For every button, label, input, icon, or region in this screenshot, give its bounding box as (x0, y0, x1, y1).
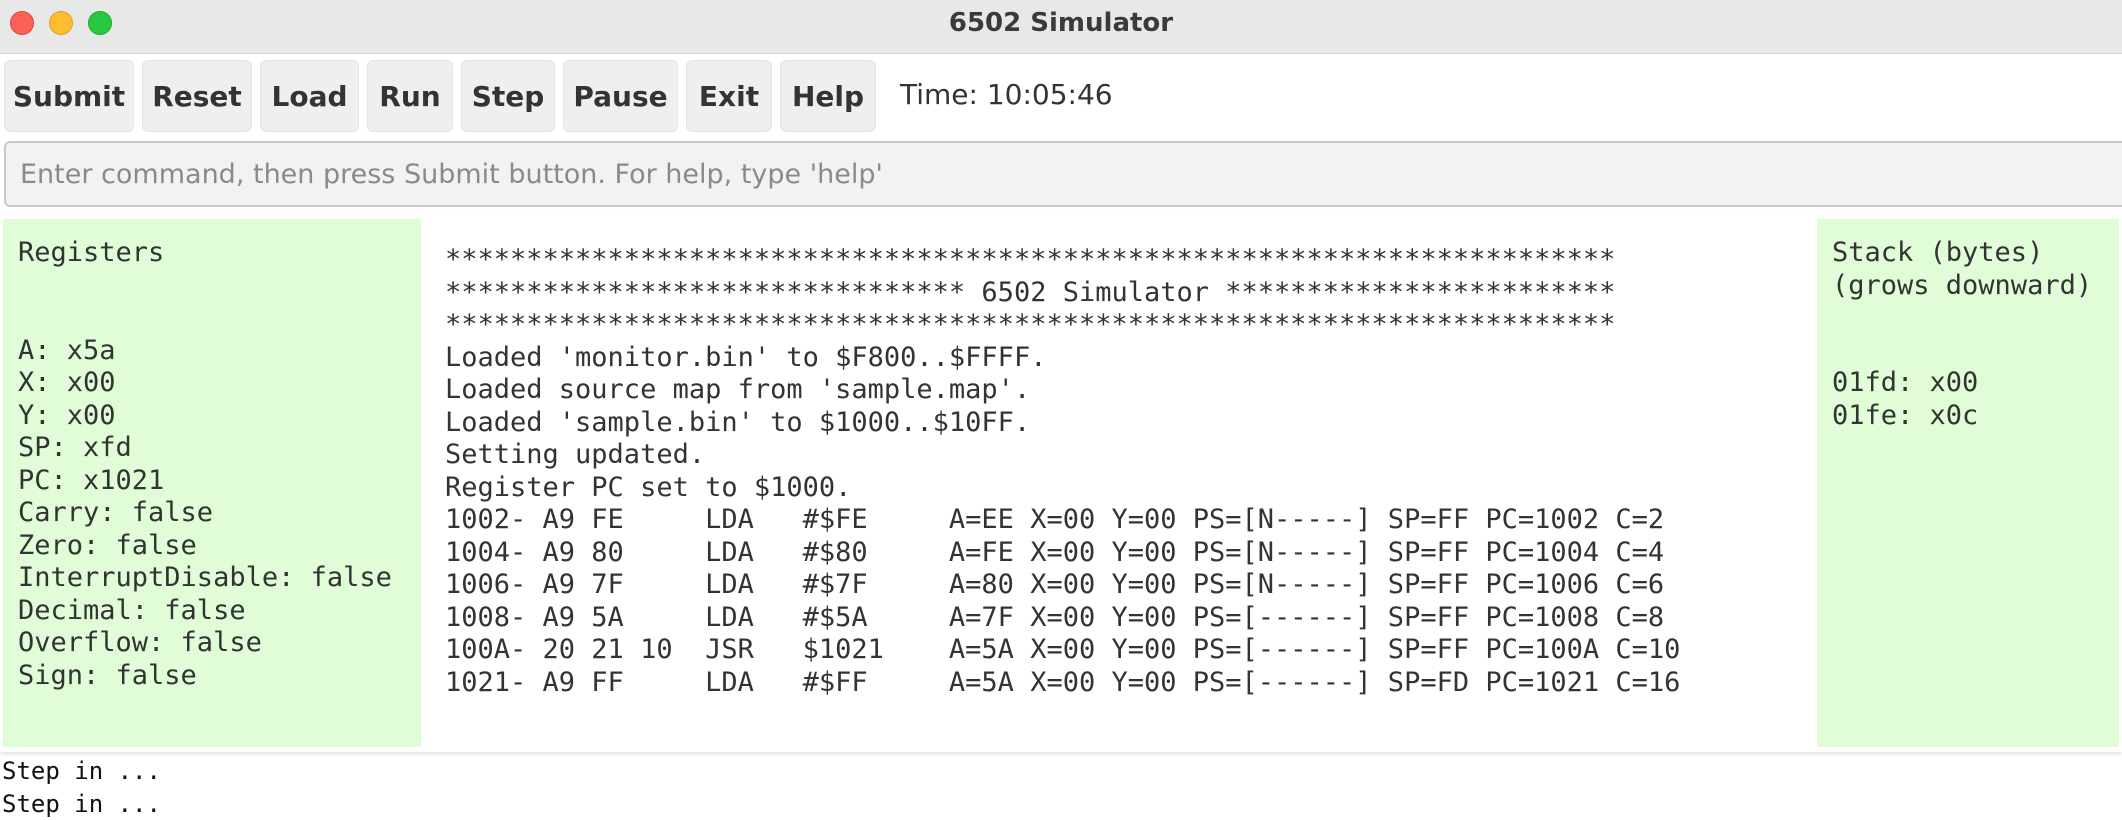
console-line: Loaded source map from 'sample.map'. (445, 374, 1031, 405)
register-line: X: x00 (18, 367, 116, 398)
main-panel: Registers A: x5a X: x00 Y: x00 SP: xfd PC: x… (0, 216, 2122, 752)
register-line: A: x5a (18, 334, 116, 366)
console-line: 1008- A9 5A LDA #$5A A=7F X=00 Y=00 PS=[… (445, 601, 1665, 633)
console-line: ******************************** 6502 Si… (445, 276, 1616, 308)
console-line: ****************************************… (445, 244, 1616, 275)
register-line: Overflow: false (18, 627, 262, 658)
stack-list: 01fd: x00 01fe: x0c (1832, 367, 2119, 432)
registers-list: A: x5a X: x00 Y: x00 SP: xfd PC: x1021 Carry:… (18, 335, 421, 693)
registers-title: Registers (18, 237, 165, 268)
register-line: Carry: false (18, 497, 214, 528)
register-line: Sign: false (18, 659, 197, 691)
stack-title-line2: (grows downward) (1832, 269, 2093, 301)
console-line: Setting updated. (445, 439, 706, 470)
console-line: 1006- A9 7F LDA #$7F A=80 X=00 Y=00 PS=[… (445, 569, 1665, 600)
command-input[interactable] (4, 141, 2122, 207)
register-line: PC: x1021 (18, 464, 165, 496)
log-output: Step in ... Step in ... (2, 755, 2120, 820)
help-button[interactable]: Help (780, 60, 876, 132)
register-line: Y: x00 (18, 399, 116, 431)
pause-button[interactable]: Pause (563, 60, 678, 132)
console-line: Loaded 'monitor.bin' to $F800..$FFFF. (445, 341, 1047, 373)
register-line: InterruptDisable: false (18, 562, 392, 593)
stack-title-line1: Stack (bytes) (1832, 237, 2044, 268)
exit-button[interactable]: Exit (686, 60, 772, 132)
time-label: Time: 10:05:46 (900, 78, 1113, 111)
toolbar: Submit Reset Load Run Step Pause Exit He… (0, 56, 2122, 136)
register-line: Decimal: false (18, 594, 246, 626)
log-line: Step in ... (2, 790, 161, 818)
console-line: Loaded 'sample.bin' to $1000..$10FF. (445, 406, 1031, 438)
console-output[interactable]: ****************************************… (428, 226, 1808, 746)
console-line: 1002- A9 FE LDA #$FE A=EE X=00 Y=00 PS=[… (445, 504, 1665, 535)
stack-line: 01fd: x00 (1832, 367, 1979, 398)
step-button[interactable]: Step (461, 60, 555, 132)
stack-line: 01fe: x0c (1832, 399, 1979, 431)
window-title: 6502 Simulator (948, 8, 1174, 38)
load-button[interactable]: Load (260, 60, 359, 132)
stack-panel: Stack (bytes) (grows downward) 01fd: x00… (1817, 219, 2119, 747)
submit-button[interactable]: Submit (4, 60, 134, 132)
register-line: Zero: false (18, 529, 197, 561)
console-line: Register PC set to $1000. (445, 471, 852, 503)
run-button[interactable]: Run (367, 60, 453, 132)
log-line: Step in ... (2, 757, 161, 785)
console-line: 1021- A9 FF LDA #$FF A=5A X=00 Y=00 PS=[… (445, 666, 1681, 698)
register-line: SP: xfd (18, 432, 132, 463)
registers-panel: Registers A: x5a X: x00 Y: x00 SP: xfd PC: x… (3, 219, 421, 747)
reset-button[interactable]: Reset (142, 60, 252, 132)
title-bar: 6502 Simulator (0, 0, 2122, 54)
console-line: ****************************************… (445, 309, 1616, 340)
console-line: 1004- A9 80 LDA #$80 A=FE X=00 Y=00 PS=[… (445, 536, 1665, 568)
console-line: 100A- 20 21 10 JSR $1021 A=5A X=00 Y=00 … (445, 634, 1681, 665)
